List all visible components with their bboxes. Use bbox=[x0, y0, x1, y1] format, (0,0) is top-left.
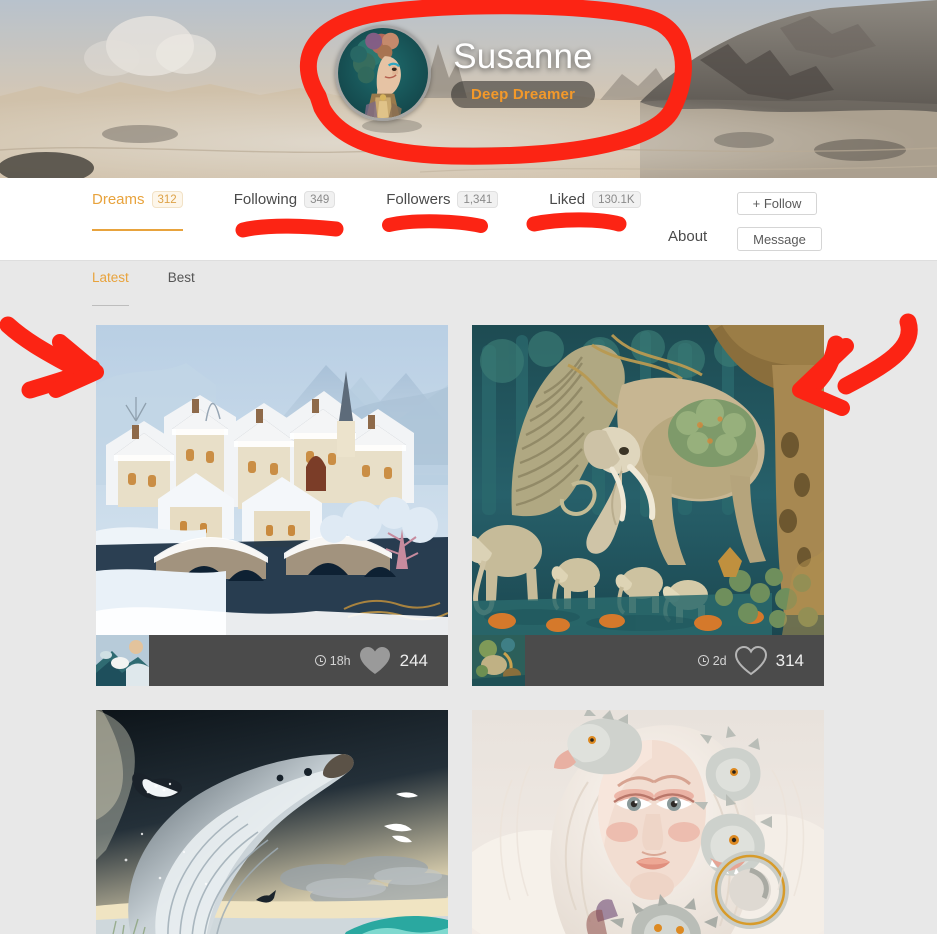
card-likes: 314 bbox=[775, 650, 804, 670]
tab-about[interactable]: About bbox=[668, 228, 707, 245]
card-meta: 2d 314 bbox=[697, 645, 804, 676]
card-artwork[interactable] bbox=[472, 710, 824, 934]
tab-following[interactable]: Following 349 bbox=[234, 191, 336, 214]
tab-liked-label: Liked bbox=[549, 191, 586, 208]
clock-icon bbox=[697, 655, 709, 666]
subtab-best[interactable]: Best bbox=[168, 270, 195, 306]
clock-icon bbox=[314, 655, 326, 666]
sort-tabs: Latest Best bbox=[92, 270, 195, 306]
tab-followers[interactable]: Followers 1,341 bbox=[386, 191, 499, 214]
card-likes: 244 bbox=[399, 650, 428, 670]
whale-artwork bbox=[96, 710, 448, 934]
status-badge: Deep Dreamer bbox=[451, 80, 596, 108]
card-footer: 2d 314 bbox=[472, 635, 824, 686]
annotation-arrow-right-tail bbox=[837, 313, 918, 395]
gallery-card[interactable]: 18h 244 bbox=[96, 325, 448, 686]
tab-liked-count: 130.1K bbox=[592, 191, 641, 208]
avatar-artwork bbox=[338, 28, 428, 118]
tab-followers-label: Followers bbox=[386, 191, 451, 208]
card-thumbnail[interactable] bbox=[96, 635, 149, 686]
card-thumbnail[interactable] bbox=[472, 635, 525, 686]
profile-tabs: Dreams 312 Following 349 Followers 1,341… bbox=[92, 191, 641, 231]
heart-icon-outline[interactable] bbox=[734, 645, 768, 676]
active-tab-underline bbox=[92, 229, 183, 231]
snowy-village-artwork bbox=[96, 325, 448, 635]
card-artwork[interactable] bbox=[96, 325, 448, 635]
page-title: Susanne bbox=[453, 36, 593, 76]
annotation-arrow-left-tail bbox=[0, 316, 91, 381]
subtab-latest[interactable]: Latest bbox=[92, 270, 129, 306]
dragon-portrait-artwork bbox=[472, 710, 824, 934]
profile-banner: Susanne Deep Dreamer bbox=[0, 0, 937, 178]
card-artwork[interactable] bbox=[472, 325, 824, 635]
gallery-grid: 18h 244 2d 314 bbox=[96, 325, 824, 934]
card-age: 18h bbox=[329, 653, 351, 668]
thumbnail-artwork bbox=[472, 635, 525, 686]
tab-following-count: 349 bbox=[304, 191, 336, 208]
annotation-arrow-left-head bbox=[48, 334, 104, 398]
gallery-card[interactable]: 2d 314 bbox=[472, 325, 824, 686]
tab-following-label: Following bbox=[233, 191, 298, 208]
tab-liked[interactable]: Liked 130.1K bbox=[549, 191, 641, 214]
tab-dreams-label: Dreams bbox=[92, 191, 145, 208]
elephant-forest-artwork bbox=[472, 325, 824, 635]
gallery-card[interactable] bbox=[96, 710, 448, 934]
tab-dreams-count: 312 bbox=[151, 191, 183, 208]
profile-identity: Susanne Deep Dreamer bbox=[335, 25, 596, 121]
tab-dreams[interactable]: Dreams 312 bbox=[92, 191, 183, 231]
profile-page: Susanne Deep Dreamer Dreams 312 Followin… bbox=[0, 0, 937, 934]
card-footer: 18h 244 bbox=[96, 635, 448, 686]
message-button[interactable]: Message bbox=[737, 227, 822, 251]
card-age: 2d bbox=[712, 653, 727, 668]
card-meta: 18h 244 bbox=[314, 645, 428, 676]
thumbnail-artwork bbox=[96, 635, 149, 686]
heart-icon-filled[interactable] bbox=[358, 645, 392, 676]
follow-button[interactable]: + Follow bbox=[737, 192, 817, 215]
avatar[interactable] bbox=[335, 25, 431, 121]
gallery-card[interactable] bbox=[472, 710, 824, 934]
annotation-arrow-left-barb bbox=[21, 359, 101, 399]
tab-followers-count: 1,341 bbox=[457, 191, 499, 208]
card-artwork[interactable] bbox=[96, 710, 448, 934]
